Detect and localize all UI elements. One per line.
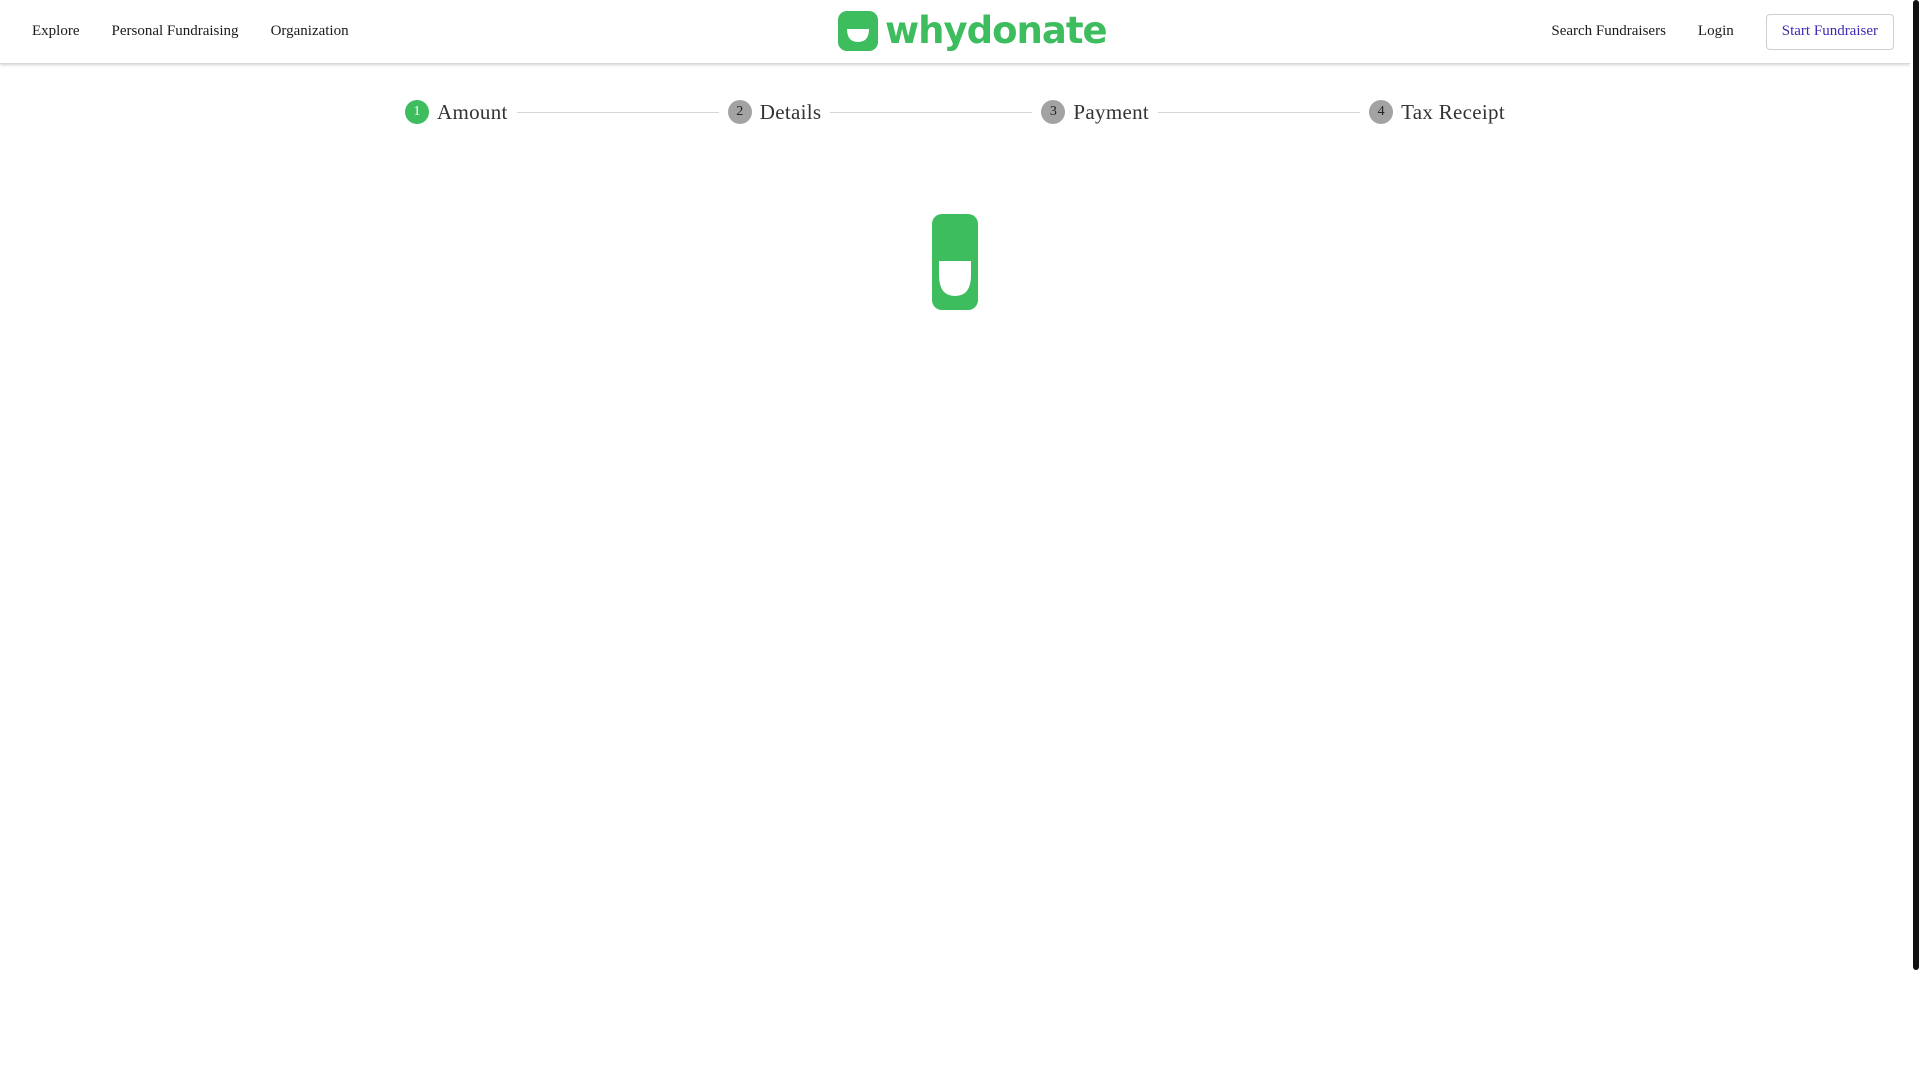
step-connector	[1158, 111, 1361, 113]
step-label: Amount	[437, 99, 508, 124]
nav-organization[interactable]: Organization	[271, 23, 349, 40]
nav-right: Search Fundraisers Login Start Fundraise…	[1551, 0, 1894, 63]
nav-personal-fundraising[interactable]: Personal Fundraising	[111, 23, 238, 40]
nav-left: Explore Personal Fundraising Organizatio…	[32, 0, 349, 63]
page: Explore Personal Fundraising Organizatio…	[0, 0, 1920, 1080]
donation-stepper: 1 Amount 2 Details 3 Payment 4 Tax Recei…	[405, 98, 1505, 126]
whydonate-logo[interactable]: whydonate	[838, 9, 1108, 52]
step-tax-receipt[interactable]: 4 Tax Receipt	[1369, 100, 1505, 125]
step-details[interactable]: 2 Details	[727, 99, 822, 125]
step-number: 1	[405, 100, 429, 124]
start-fundraiser-button[interactable]: Start Fundraiser	[1765, 13, 1894, 50]
step-label: Details	[759, 99, 822, 124]
step-label: Tax Receipt	[1401, 99, 1505, 124]
step-payment[interactable]: 3 Payment	[1041, 100, 1149, 125]
top-navbar: Explore Personal Fundraising Organizatio…	[0, 0, 1910, 64]
step-number: 2	[727, 100, 752, 124]
whydonate-loading-icon	[932, 214, 978, 310]
step-number: 4	[1369, 100, 1394, 124]
whydonate-smile-icon	[838, 11, 878, 51]
login-link[interactable]: Login	[1698, 23, 1734, 40]
step-amount[interactable]: 1 Amount	[405, 100, 508, 125]
step-number: 3	[1041, 100, 1066, 124]
search-fundraisers-link[interactable]: Search Fundraisers	[1551, 23, 1666, 40]
step-connector	[830, 111, 1033, 113]
scrollbar-thumb[interactable]	[1913, 0, 1919, 970]
step-connector	[516, 111, 719, 113]
step-label: Payment	[1073, 99, 1150, 124]
logo-text: whydonate	[885, 9, 1108, 52]
nav-explore[interactable]: Explore	[32, 23, 79, 40]
page-scrollbar[interactable]	[1910, 0, 1920, 1080]
